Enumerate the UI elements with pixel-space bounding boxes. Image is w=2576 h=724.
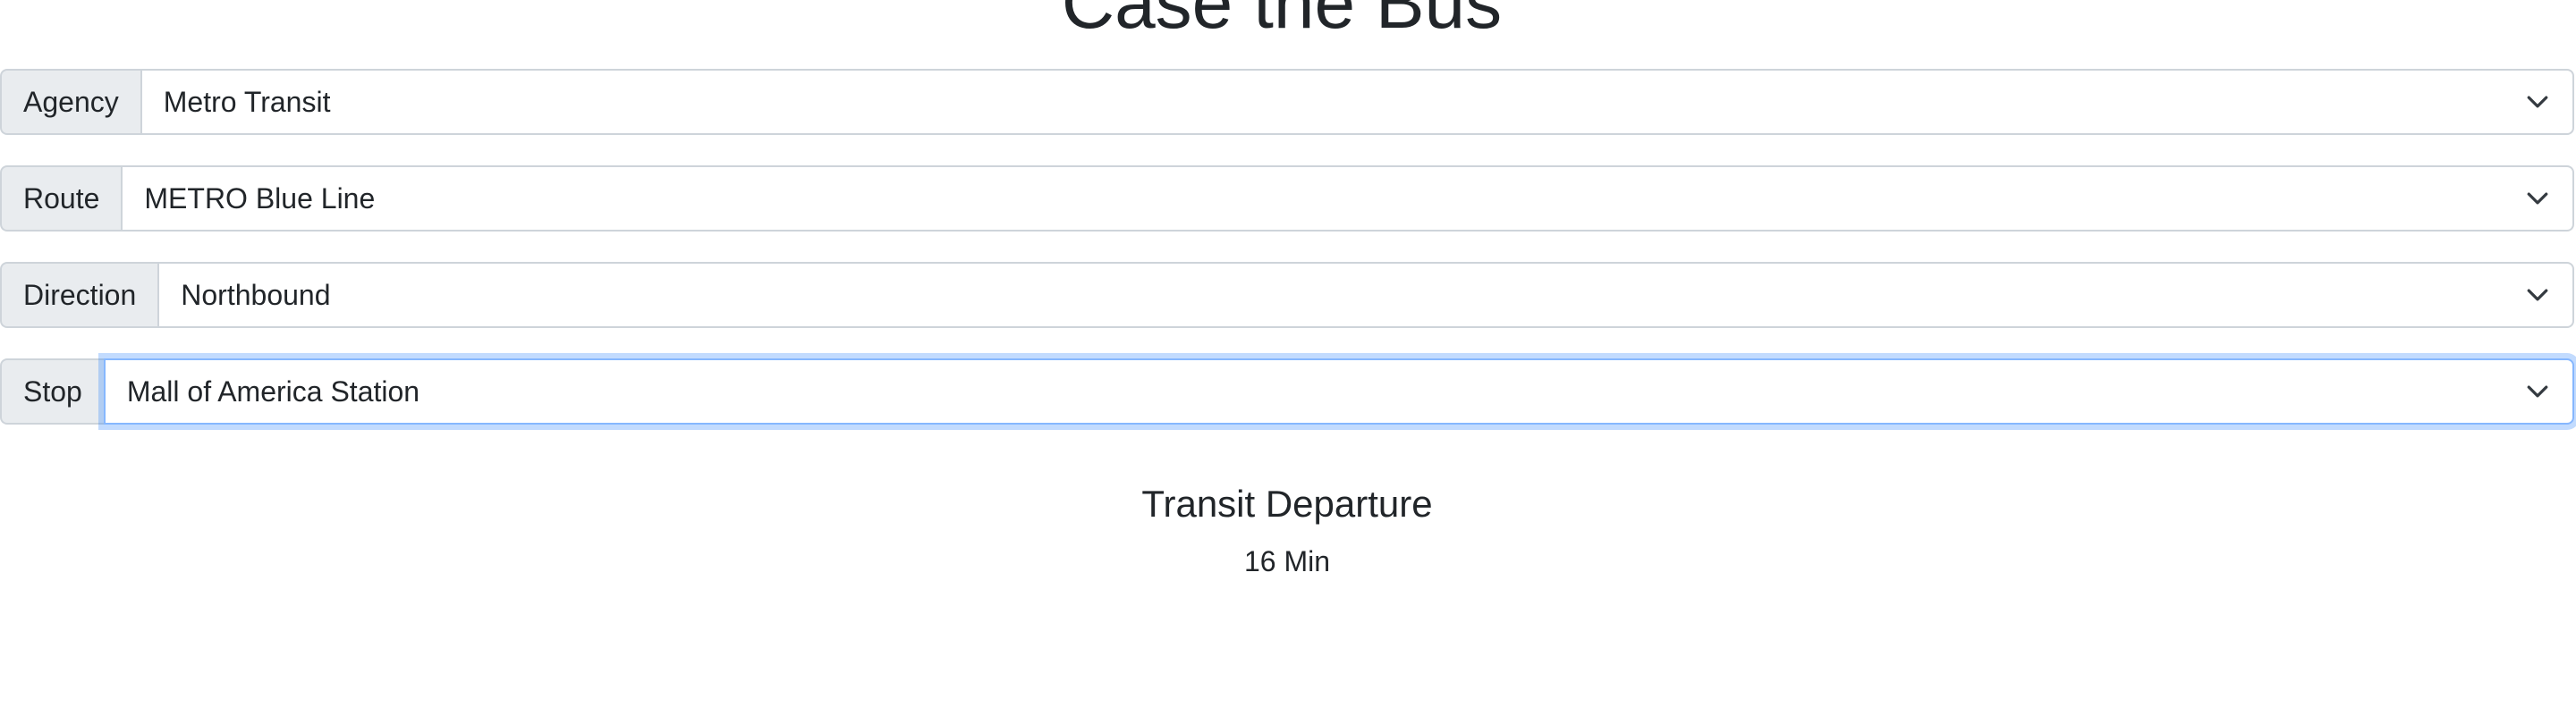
agency-select-value: Metro Transit	[163, 85, 331, 118]
stop-select-value: Mall of America Station	[126, 375, 420, 408]
chevron-down-icon	[2526, 283, 2549, 307]
direction-label: Direction	[0, 262, 158, 328]
chevron-down-icon	[2526, 380, 2549, 403]
route-label: Route	[0, 165, 122, 232]
page-title: Case the Bus	[1061, 0, 1503, 44]
chevron-down-icon	[2526, 187, 2549, 210]
agency-input-group: Agency Metro Transit	[0, 69, 2574, 135]
agency-label: Agency	[0, 69, 140, 135]
stop-label: Stop	[0, 358, 104, 425]
page: Case the Bus Agency Metro Transit Route …	[0, 0, 2576, 724]
direction-input-group: Direction Northbound	[0, 262, 2574, 328]
departure-value: 16 Min	[1243, 545, 1331, 577]
route-select[interactable]: METRO Blue Line	[121, 165, 2574, 232]
route-select-value: METRO Blue Line	[144, 181, 376, 215]
stop-input-group: Stop Mall of America Station	[0, 358, 2574, 425]
departure-title: Transit Departure	[1141, 483, 1433, 525]
direction-select[interactable]: Northbound	[157, 262, 2574, 328]
route-input-group: Route METRO Blue Line	[0, 165, 2574, 232]
direction-select-value: Northbound	[181, 278, 331, 311]
stop-select[interactable]: Mall of America Station	[103, 358, 2574, 425]
agency-select[interactable]: Metro Transit	[140, 69, 2574, 135]
chevron-down-icon	[2526, 90, 2549, 114]
